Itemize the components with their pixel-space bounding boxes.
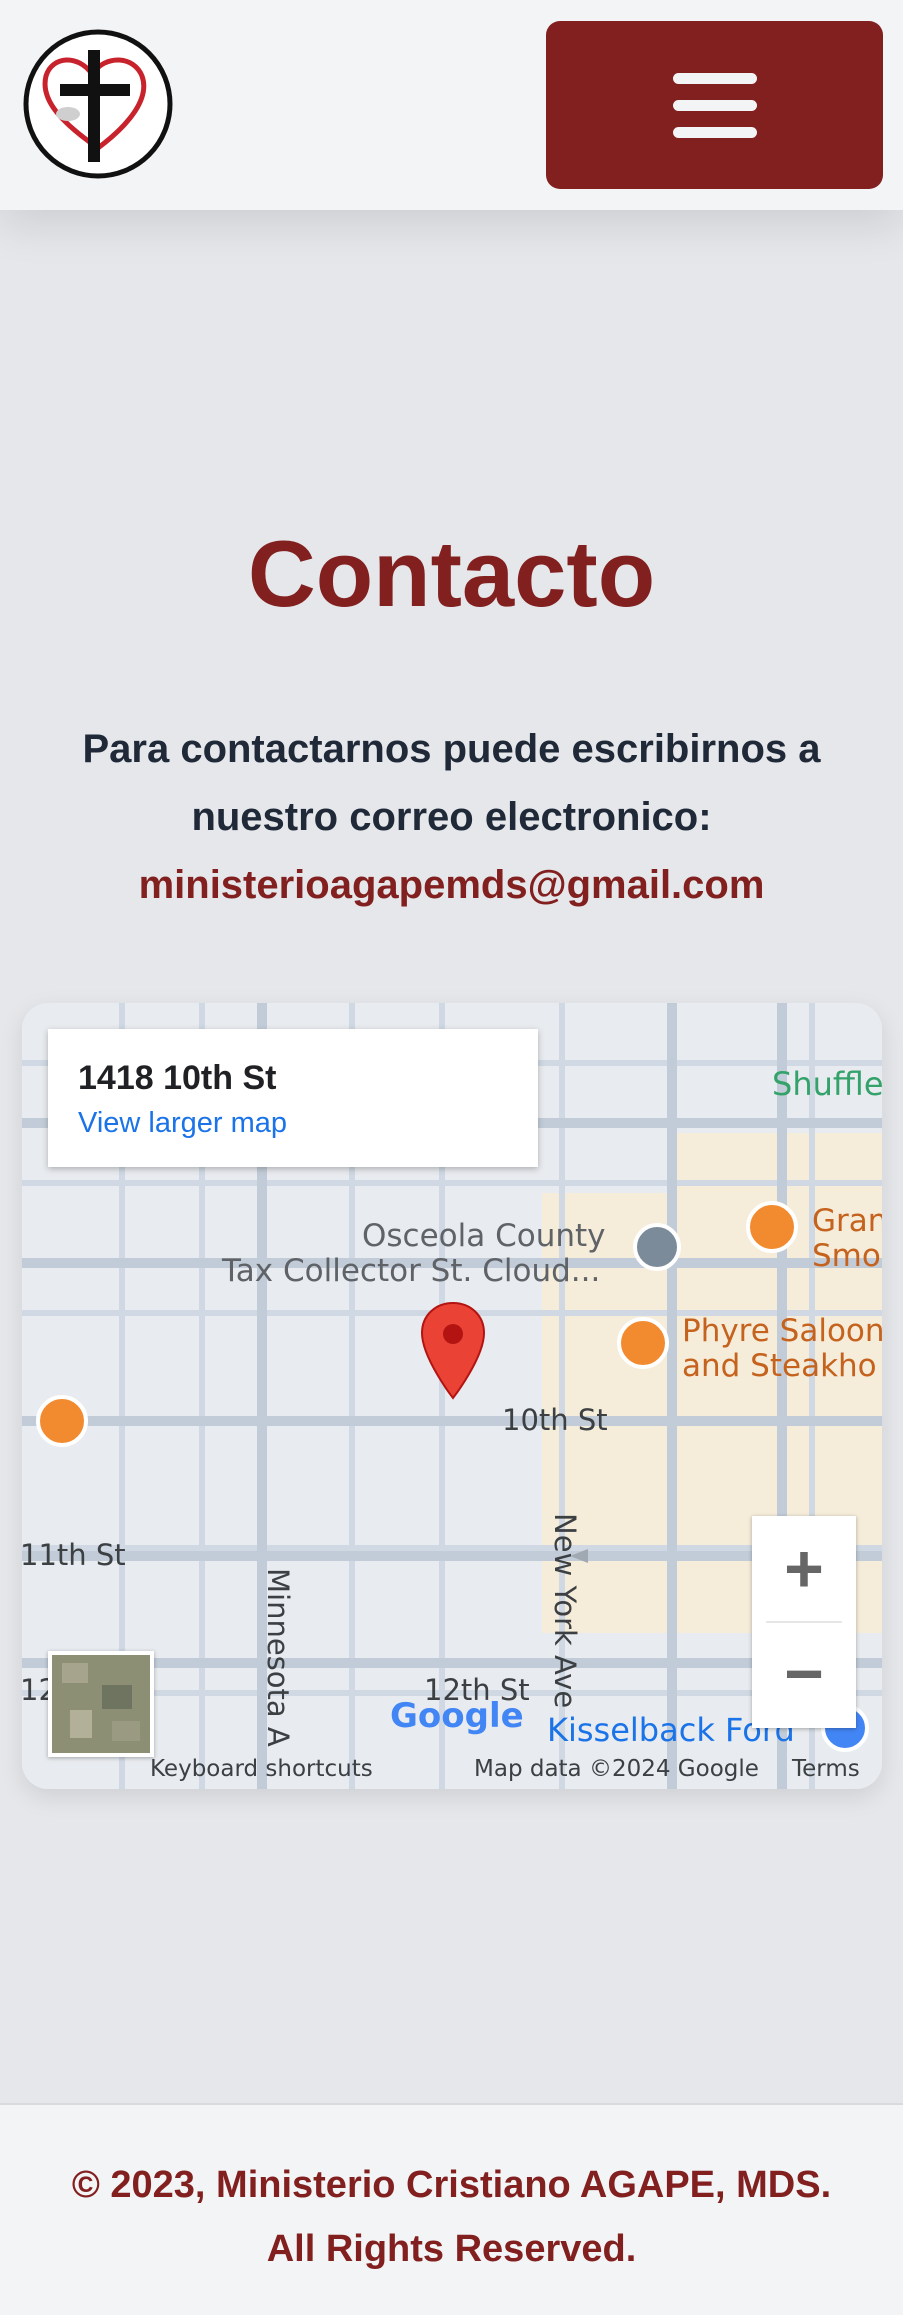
restaurant-poi-icon	[617, 1317, 669, 1369]
satellite-thumbnail-icon	[52, 1655, 150, 1753]
view-larger-map-link[interactable]: View larger map	[78, 1107, 287, 1140]
hamburger-bar	[672, 126, 757, 138]
keyboard-shortcuts-link[interactable]: Keyboard shortcuts	[150, 1756, 373, 1782]
copyright-line-1: © 2023, Ministerio Cristiano AGAPE, MDS.	[71, 2164, 832, 2206]
place-card: 1418 10th St View larger map	[48, 1029, 538, 1167]
satellite-toggle[interactable]	[48, 1651, 154, 1757]
site-footer: © 2023, Ministerio Cristiano AGAPE, MDS.…	[0, 2103, 903, 2315]
zoom-in-button[interactable]: +	[752, 1516, 856, 1621]
map-label-smo: Smo	[812, 1238, 881, 1274]
menu-button[interactable]	[546, 21, 883, 189]
page-title: Contacto	[247, 521, 656, 626]
restaurant-poi-icon	[36, 1395, 88, 1447]
copyright: © 2023, Ministerio Cristiano AGAPE, MDS.…	[20, 2153, 883, 2281]
map-label-phyre: Phyre Saloon	[682, 1313, 882, 1349]
site-header	[0, 0, 903, 210]
hamburger-bar	[672, 99, 757, 111]
zoom-divider	[766, 1621, 842, 1623]
contact-intro: Para contactarnos puede escribirnos a nu…	[40, 715, 863, 919]
government-poi-icon	[633, 1223, 681, 1271]
map-label-shuffle: Shuffle	[772, 1065, 882, 1103]
map-data-attribution: Map data ©2024 Google	[474, 1756, 759, 1782]
map-label-11th-st: 11th St	[22, 1538, 126, 1572]
zoom-controls: + −	[752, 1516, 856, 1728]
zoom-out-button[interactable]: −	[752, 1621, 856, 1726]
map-label-minnesota: Minnesota A	[261, 1568, 295, 1747]
map-label-steakhouse: and Steakho	[682, 1348, 877, 1384]
map-label-gran: Gran	[812, 1203, 882, 1239]
embedded-map[interactable]: 1418 10th St View larger map Shuffle Osc…	[22, 1003, 882, 1789]
terms-link[interactable]: Terms	[792, 1756, 860, 1782]
contact-intro-line-1: Para contactarnos puede escribirnos a	[82, 727, 821, 771]
map-label-10th-st: 10th St	[502, 1403, 608, 1437]
email-link[interactable]: ministerioagapemds@gmail.com	[40, 851, 863, 919]
map-label-osceola: Osceola County	[362, 1218, 606, 1254]
map-label-tax-collector: Tax Collector St. Cloud...	[222, 1253, 601, 1289]
ministry-logo[interactable]	[22, 28, 174, 180]
map-label-new-york-ave: New York Ave	[548, 1513, 582, 1709]
restaurant-poi-icon	[746, 1201, 798, 1253]
copyright-line-2: All Rights Reserved.	[266, 2228, 637, 2270]
place-name: 1418 10th St	[78, 1059, 277, 1097]
contact-intro-line-2: nuestro correo electronico:	[191, 795, 712, 839]
google-logo: Google	[390, 1696, 524, 1736]
hamburger-bar	[672, 72, 757, 84]
